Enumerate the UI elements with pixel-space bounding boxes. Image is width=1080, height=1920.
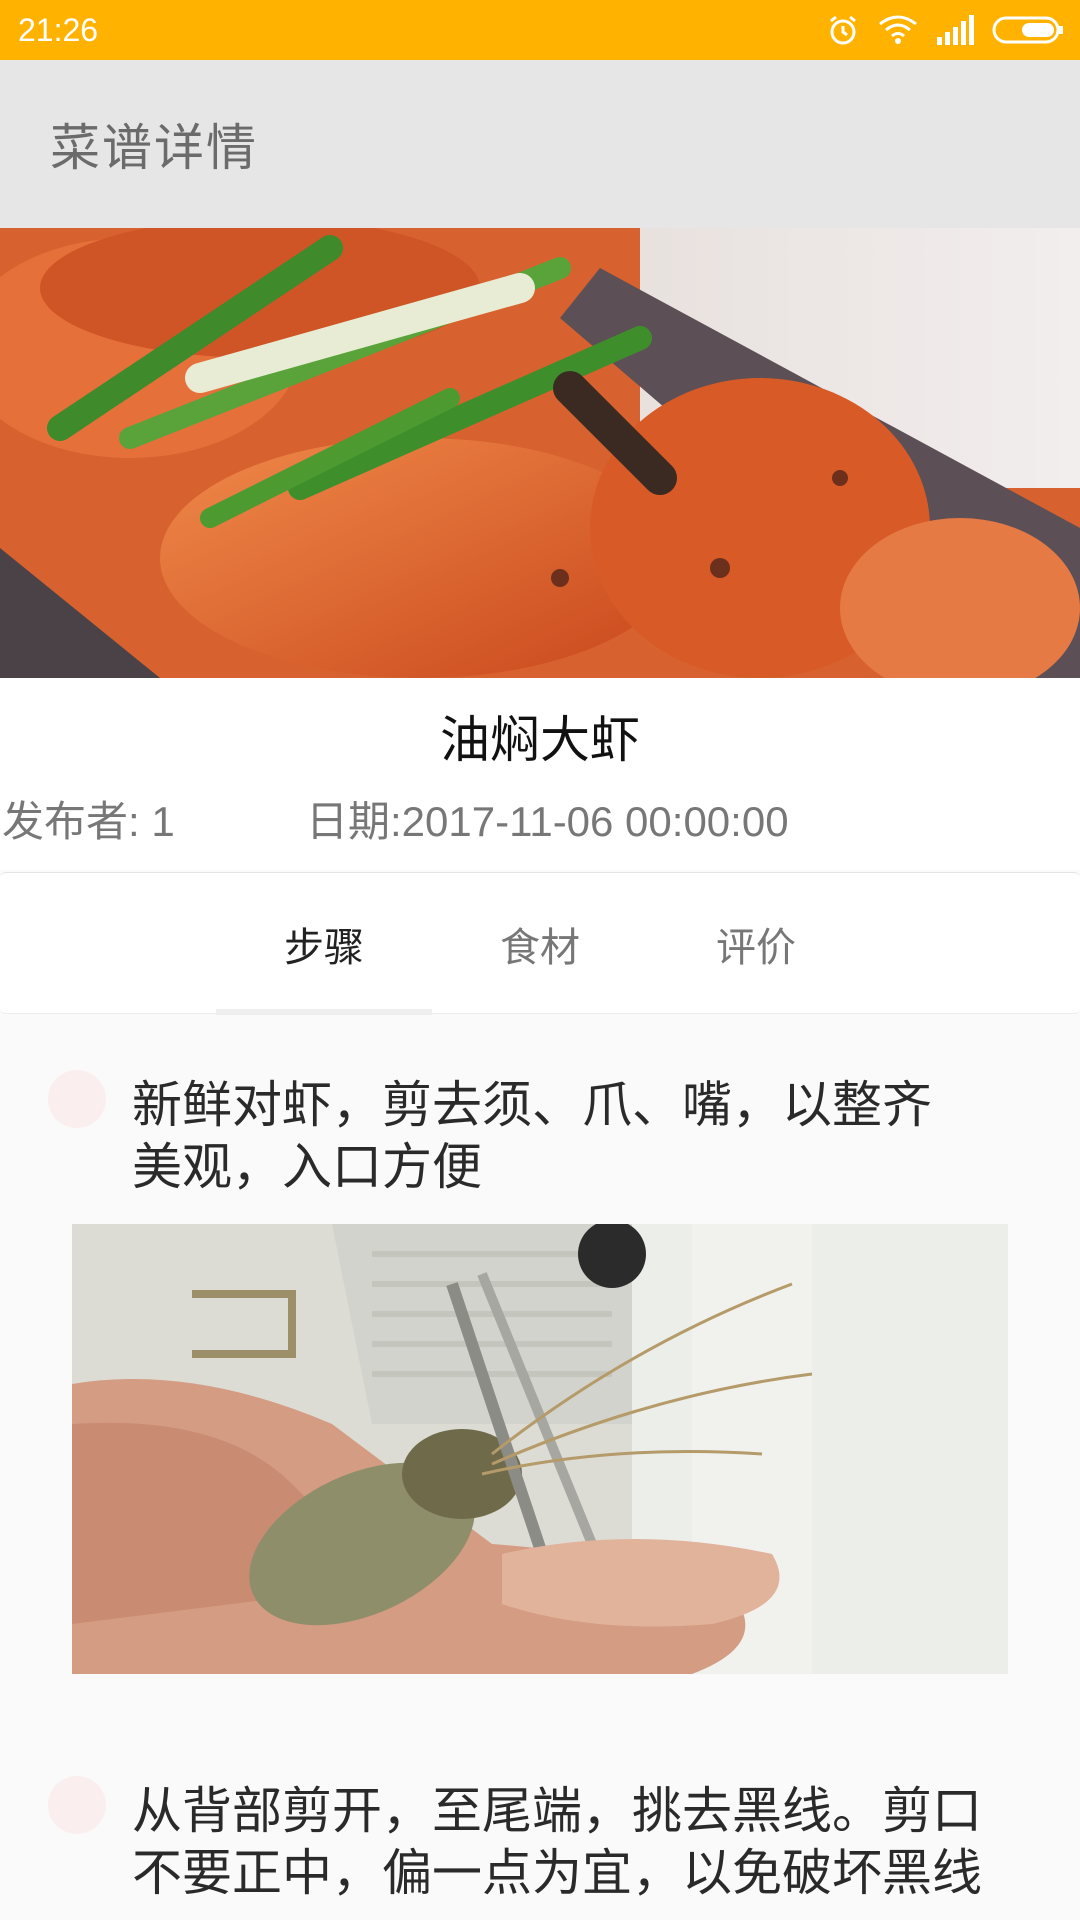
- step-number-dot: [48, 1776, 106, 1834]
- tab-ingredients[interactable]: 食材: [432, 873, 648, 1015]
- status-time: 21:26: [18, 11, 99, 48]
- page-title: 菜谱详情: [50, 119, 258, 177]
- step-text-line: 美观，入口方便: [132, 1138, 482, 1196]
- recipe-info: 油焖大虾 发布者: 1 日期:2017-11-06 00:00:00: [0, 678, 1080, 870]
- wifi-icon: [878, 14, 918, 46]
- publisher-label: 发布者: 1: [2, 798, 175, 845]
- recipe-title: 油焖大虾: [440, 711, 640, 769]
- signal-icon: [936, 15, 974, 45]
- date-label: 日期:2017-11-06 00:00:00: [306, 798, 789, 845]
- status-bar: 21:26: [0, 0, 1080, 60]
- tab-reviews[interactable]: 评价: [648, 873, 864, 1015]
- tab-indicator: [216, 1009, 432, 1015]
- tab-steps[interactable]: 步骤: [216, 873, 432, 1015]
- battery-icon: [992, 15, 1064, 45]
- alarm-icon: [826, 13, 860, 47]
- step-text: 新鲜对虾，剪去须、爪、嘴，以整齐 美观，入口方便: [132, 1074, 1032, 1198]
- status-icons: [826, 13, 1064, 47]
- step-text: 从背部剪开，至尾端，挑去黑线。剪口 不要正中，偏一点为宜，以免破坏黑线: [132, 1780, 1032, 1904]
- app-toolbar: 菜谱详情: [0, 60, 1080, 228]
- step-text-line: 从背部剪开，至尾端，挑去黑线。剪口: [132, 1782, 982, 1840]
- step-number-dot: [48, 1070, 106, 1128]
- recipe-tabs: 步骤 食材 评价: [0, 872, 1080, 1015]
- recipe-hero-image: [0, 228, 1080, 678]
- step-text-line: 不要正中，偏一点为宜，以免破坏黑线: [132, 1844, 982, 1902]
- step-image: [72, 1224, 1008, 1674]
- step-text-line: 新鲜对虾，剪去须、爪、嘴，以整齐: [132, 1076, 932, 1134]
